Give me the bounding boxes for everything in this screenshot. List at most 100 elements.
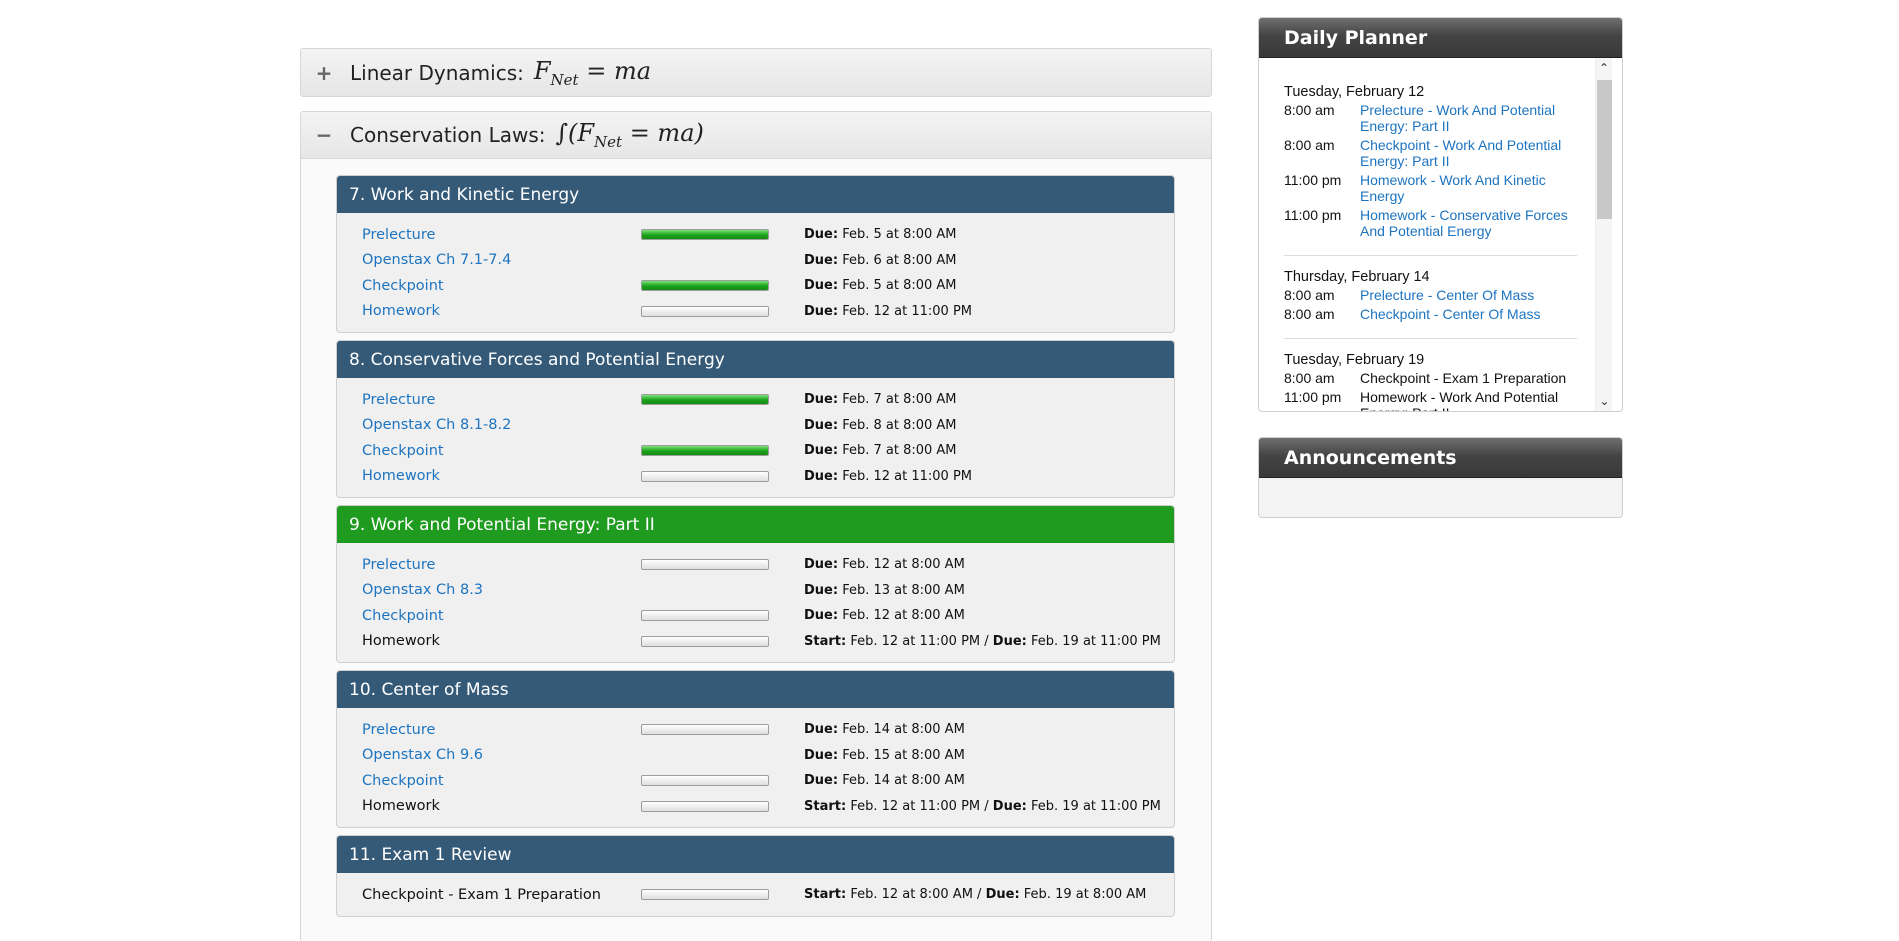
unit-header[interactable]: − Conservation Laws: ∫(FNet = ma) (301, 112, 1211, 159)
due-value: Feb. 7 at 8:00 AM (842, 392, 957, 408)
list-item: Homework Due: Feb. 12 at 11:00 PM (362, 299, 1174, 325)
scroll-up-icon[interactable]: ⌃ (1596, 58, 1612, 78)
assignment-link[interactable]: Prelecture (362, 227, 641, 243)
due-value: Feb. 19 at 11:00 PM (1031, 798, 1161, 814)
due-label: Due: (804, 722, 839, 738)
due-value: Feb. 14 at 8:00 AM (842, 773, 965, 789)
expand-icon[interactable]: + (314, 61, 334, 85)
assignment-link[interactable]: Homework (362, 303, 641, 319)
unit-conservation-laws: − Conservation Laws: ∫(FNet = ma) 7. Wor… (300, 111, 1212, 941)
due-value: Feb. 13 at 8:00 AM (842, 582, 965, 598)
progress-bar (641, 229, 769, 241)
start-label: Start: (804, 887, 847, 903)
assignment-link[interactable]: Prelecture (362, 557, 641, 573)
assignment-link[interactable]: Prelecture (362, 392, 641, 408)
progress-bar (641, 635, 769, 647)
assignment-link: Homework (362, 798, 440, 815)
planner-event: 8:00 am Prelecture - Center Of Mass (1284, 287, 1577, 303)
due-label: Due: (985, 887, 1020, 903)
start-label: Start: (804, 798, 847, 814)
due-date: Due: Feb. 12 at 11:00 PM (804, 304, 972, 319)
assignment-link[interactable]: Checkpoint (362, 608, 641, 624)
planner-event: 8:00 am Checkpoint - Center Of Mass (1284, 306, 1577, 322)
list-item: Openstax Ch 7.1-7.4 Due: Feb. 6 at 8:00 A… (362, 248, 1174, 274)
lesson-items: Prelecture Due: Feb. 5 at 8:00 AM Openstax… (337, 213, 1174, 332)
planner-scroll-area[interactable]: Tuesday, February 12 8:00 am Prelecture - … (1259, 58, 1622, 411)
assignment-link[interactable]: Openstax Ch 9.6 (362, 747, 641, 763)
event-link[interactable]: Checkpoint - Work And Potential Energy: … (1360, 137, 1577, 169)
list-item: Homework Due: Feb. 12 at 11:00 PM (362, 464, 1174, 490)
due-date: Due: Feb. 12 at 8:00 AM (804, 608, 965, 623)
lesson-card: 8. Conservative Forces and Potential Ene… (336, 340, 1175, 498)
assignment-link[interactable]: Openstax Ch 7.1-7.4 (362, 252, 641, 268)
progress-bar (641, 305, 769, 317)
assignment-link[interactable]: Checkpoint (362, 278, 641, 294)
event-link: Checkpoint - Exam 1 Preparation (1360, 370, 1567, 386)
due-value: Feb. 5 at 8:00 AM (842, 227, 957, 243)
formula-rest: = ma) (622, 119, 704, 148)
formula-rest: = ma (578, 56, 652, 85)
progress-bar (641, 889, 769, 901)
list-item: Checkpoint - Exam 1 Preparation Start: Fe… (362, 882, 1174, 908)
event-time: 8:00 am (1284, 306, 1335, 322)
due-label: Due: (804, 443, 839, 459)
planner-scrollbar[interactable]: ⌃ ⌄ (1595, 58, 1612, 411)
progress-bar (641, 724, 769, 736)
event-link[interactable]: Checkpoint - Center Of Mass (1360, 306, 1577, 322)
scroll-down-icon[interactable]: ⌄ (1596, 391, 1613, 411)
assignment-link[interactable]: Homework (362, 468, 641, 484)
assignment-link[interactable]: Openstax Ch 8.1-8.2 (362, 417, 641, 433)
formula-subscript: Net (550, 70, 579, 89)
assignment-link[interactable]: Openstax Ch 8.3 (362, 582, 641, 598)
event-link[interactable]: Prelecture - Center Of Mass (1360, 287, 1577, 303)
event-link[interactable]: Prelecture - Work And Potential Energy: … (1360, 102, 1577, 134)
planner-day: Thursday, February 14 8:00 am Prelecture -… (1284, 269, 1577, 339)
progress-cell (641, 610, 804, 622)
due-date: Due: Feb. 14 at 8:00 AM (804, 773, 965, 788)
due-date: Due: Feb. 7 at 8:00 AM (804, 443, 957, 458)
assignment-link[interactable]: Prelecture (362, 722, 641, 738)
lesson-title[interactable]: 10. Center of Mass (337, 671, 1174, 708)
progress-cell (641, 775, 804, 787)
assignment-link[interactable]: Checkpoint (362, 773, 641, 789)
due-date: Due: Feb. 12 at 8:00 AM (804, 557, 965, 572)
collapse-icon[interactable]: − (314, 123, 334, 147)
scrollbar-thumb[interactable] (1597, 80, 1612, 219)
assignment-link[interactable]: Checkpoint (362, 443, 641, 459)
unit-header[interactable]: + Linear Dynamics: FNet = ma (301, 49, 1211, 96)
due-date: Due: Feb. 13 at 8:00 AM (804, 583, 965, 598)
lesson-title[interactable]: 11. Exam 1 Review (337, 836, 1174, 873)
lesson-title[interactable]: 8. Conservative Forces and Potential Ene… (337, 341, 1174, 378)
progress-cell (641, 305, 804, 317)
planner-date: Thursday, February 14 (1284, 269, 1430, 285)
unit-formula: FNet = ma (534, 57, 651, 89)
list-item: Prelecture Due: Feb. 5 at 8:00 AM (362, 222, 1174, 248)
due-value: Feb. 5 at 8:00 AM (842, 278, 957, 294)
progress-cell (641, 394, 804, 406)
formula-main: F (533, 56, 551, 85)
due-value: Feb. 19 at 8:00 AM (1023, 887, 1147, 903)
due-label: Due: (804, 278, 839, 294)
panel-title: Daily Planner (1259, 18, 1622, 58)
lesson-items: Prelecture Due: Feb. 14 at 8:00 AM Opensta… (337, 708, 1174, 827)
progress-cell (641, 445, 804, 457)
planner-day: Tuesday, February 19 8:00 am Checkpoint - … (1284, 352, 1577, 411)
due-label: Due: (804, 252, 839, 268)
event-time: 11:00 pm (1284, 207, 1342, 223)
planner-day: Tuesday, February 12 8:00 am Prelecture - … (1284, 84, 1577, 256)
progress-bar (641, 470, 769, 482)
event-link[interactable]: Homework - Work And Kinetic Energy (1360, 172, 1577, 204)
lesson-title[interactable]: 7. Work and Kinetic Energy (337, 176, 1174, 213)
lesson-card: 11. Exam 1 Review Checkpoint - Exam 1 Pre… (336, 835, 1175, 917)
planner-event: 8:00 am Prelecture - Work And Potential E… (1284, 102, 1577, 134)
lesson-title[interactable]: 9. Work and Potential Energy: Part II (337, 506, 1174, 543)
progress-bar (641, 559, 769, 571)
unit-linear-dynamics[interactable]: + Linear Dynamics: FNet = ma (300, 48, 1212, 97)
due-value: Feb. 6 at 8:00 AM (842, 252, 957, 268)
event-link[interactable]: Homework - Conservative Forces And Poten… (1360, 207, 1577, 239)
lesson-list: 7. Work and Kinetic Energy Prelecture Due:… (301, 159, 1211, 917)
planner-event: 11:00 pm Homework - Work And Kinetic Ener… (1284, 172, 1577, 204)
progress-cell (641, 635, 804, 647)
event-time: 8:00 am (1284, 102, 1335, 118)
due-label: Due: (804, 392, 839, 408)
